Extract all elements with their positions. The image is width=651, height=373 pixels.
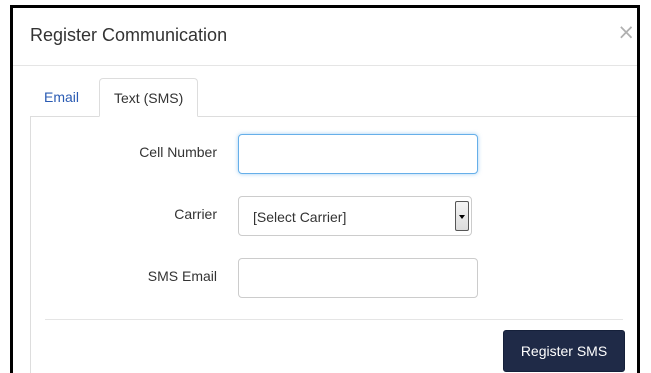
register-communication-modal: Register Communication × Email Text (SMS… [10,5,640,373]
footer-divider [45,319,623,320]
cell-number-input[interactable] [238,134,478,174]
carrier-selected-value: [Select Carrier] [253,209,347,225]
cell-number-row: Cell Number [31,134,637,174]
sms-email-input[interactable] [238,258,478,298]
carrier-label: Carrier [174,206,217,222]
cell-number-label: Cell Number [139,144,217,160]
modal-header: Register Communication × [13,8,637,66]
sms-email-label: SMS Email [147,268,217,284]
chevron-down-icon[interactable] [455,201,469,231]
tab-text-sms[interactable]: Text (SMS) [99,78,199,117]
register-sms-button[interactable]: Register SMS [503,330,625,372]
sms-email-row: SMS Email [31,258,637,298]
sms-tab-panel: Cell Number Carrier [Select Carrier] SMS… [30,116,637,373]
modal-title: Register Communication [30,25,228,45]
carrier-row: Carrier [Select Carrier] [31,196,637,236]
close-button[interactable]: × [617,22,635,43]
carrier-select[interactable]: [Select Carrier] [238,196,472,236]
tab-email[interactable]: Email [30,78,93,116]
tab-bar: Email Text (SMS) [30,78,637,117]
